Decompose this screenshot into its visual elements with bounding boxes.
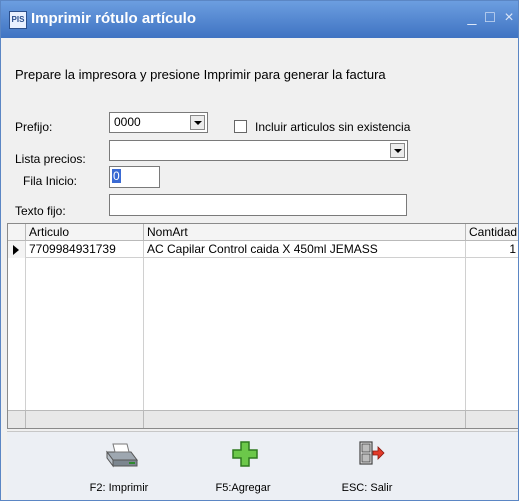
maximize-icon[interactable]: □ bbox=[481, 9, 499, 27]
print-button[interactable]: F2: Imprimir bbox=[69, 432, 169, 500]
exit-button-label: ESC: Salir bbox=[341, 482, 393, 494]
exit-button[interactable]: ESC: Salir bbox=[317, 432, 417, 500]
column-header-articulo[interactable]: Articulo bbox=[26, 224, 144, 241]
column-divider bbox=[465, 241, 466, 410]
fila-inicio-label: Fila Inicio: bbox=[23, 174, 78, 188]
add-button-label: F5:Agregar bbox=[215, 482, 271, 494]
exit-door-icon bbox=[359, 441, 385, 465]
chevron-down-icon[interactable] bbox=[190, 115, 205, 130]
close-icon[interactable]: × bbox=[500, 9, 518, 27]
incluir-label: Incluir articulos sin existencia bbox=[255, 120, 411, 134]
row-header-corner bbox=[8, 224, 26, 241]
column-divider bbox=[25, 241, 26, 410]
fila-inicio-value: 0 bbox=[112, 169, 121, 183]
cell-cantidad[interactable]: 1 bbox=[466, 241, 518, 258]
window: PIS Imprimir rótulo artículo _ □ × Prepa… bbox=[0, 0, 519, 501]
prefijo-value: 0000 bbox=[114, 115, 141, 129]
toolbar: F2: Imprimir F5:Agregar ESC: Salir bbox=[7, 431, 518, 500]
instructions-text: Prepare la impresora y presione Imprimir… bbox=[15, 67, 386, 82]
minimize-icon[interactable]: _ bbox=[463, 9, 481, 27]
plus-icon bbox=[232, 441, 258, 467]
fila-inicio-input[interactable]: 0 bbox=[109, 166, 160, 188]
table-row[interactable]: 7709984931739 AC Capilar Control caida X… bbox=[8, 241, 518, 258]
row-selector-arrow-icon bbox=[8, 241, 26, 258]
texto-fijo-input[interactable] bbox=[109, 194, 407, 216]
chevron-down-icon[interactable] bbox=[390, 143, 405, 158]
print-button-label: F2: Imprimir bbox=[89, 482, 149, 494]
column-header-nomart[interactable]: NomArt bbox=[144, 224, 466, 241]
cell-articulo[interactable]: 7709984931739 bbox=[26, 241, 144, 258]
app-icon: PIS bbox=[9, 11, 27, 29]
articles-grid[interactable]: Articulo NomArt Cantidad 7709984931739 A… bbox=[7, 223, 518, 429]
add-button[interactable]: F5:Agregar bbox=[193, 432, 293, 500]
title-bar[interactable]: PIS Imprimir rótulo artículo _ □ × bbox=[1, 1, 518, 38]
window-title: Imprimir rótulo artículo bbox=[31, 10, 197, 27]
grid-footer bbox=[8, 410, 518, 428]
prefijo-select[interactable]: 0000 bbox=[109, 112, 208, 133]
printer-icon bbox=[106, 443, 138, 468]
cell-nomart[interactable]: AC Capilar Control caida X 450ml JEMASS bbox=[144, 241, 466, 258]
lista-precios-select[interactable] bbox=[109, 140, 408, 161]
column-header-cantidad[interactable]: Cantidad bbox=[466, 224, 518, 241]
column-divider bbox=[143, 241, 144, 410]
incluir-checkbox[interactable] bbox=[234, 120, 247, 133]
texto-fijo-label: Texto fijo: bbox=[15, 204, 66, 218]
lista-precios-label: Lista precios: bbox=[15, 152, 86, 166]
prefijo-label: Prefijo: bbox=[15, 120, 53, 134]
